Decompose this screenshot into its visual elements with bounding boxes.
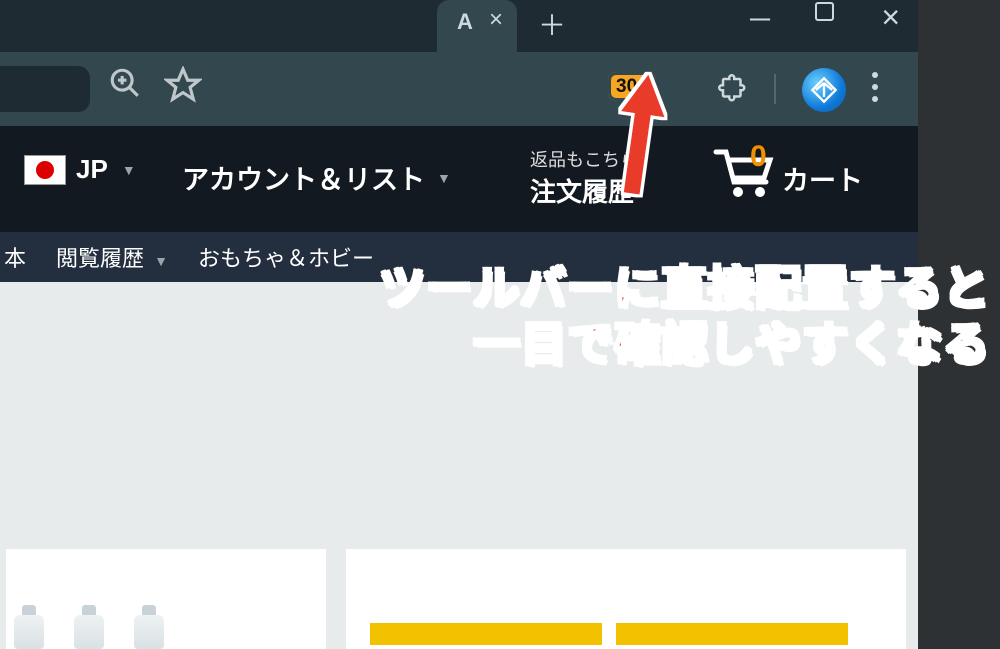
cart-link[interactable]: 0 カート <box>712 146 863 198</box>
window-minimize-button[interactable]: ─ <box>750 3 770 35</box>
chevron-down-icon: ▼ <box>154 253 168 269</box>
cart-label: カート <box>782 159 863 198</box>
cart-count: 0 <box>750 140 767 174</box>
page-content <box>0 282 918 649</box>
window-titlebar: A × ＋ ─ × <box>0 0 918 52</box>
desktop-edge <box>918 0 1000 649</box>
cart-icon: 0 <box>712 146 776 198</box>
orders-line-2: 注文履歴 <box>530 172 638 209</box>
account-lists-label: アカウント＆リスト <box>182 158 425 197</box>
subnav-item-history-label: 閲覧履歴 <box>56 246 144 271</box>
amazon-nav-bar: JP ▼ アカウント＆リスト ▼ 返品もこちら 注文履歴 <box>0 126 918 232</box>
deal-bar <box>616 623 848 645</box>
subnav-item-books[interactable]: 本 <box>4 241 26 273</box>
extension-badge[interactable]: 302 <box>608 76 656 98</box>
product-thumbnail <box>12 605 166 649</box>
new-tab-button[interactable]: ＋ <box>534 6 570 42</box>
browser-tab[interactable]: A × <box>437 0 517 52</box>
amazon-subnav: 本 閲覧履歴 ▼ おもちゃ＆ホビー <box>0 232 918 282</box>
chevron-down-icon: ▼ <box>122 162 136 178</box>
extensions-icon[interactable] <box>718 74 750 106</box>
subnav-item-history[interactable]: 閲覧履歴 ▼ <box>56 241 168 273</box>
subnav-item-toys[interactable]: おもちゃ＆ホビー <box>198 241 374 273</box>
window-close-button[interactable]: × <box>881 0 900 36</box>
locale-selector[interactable]: JP ▼ <box>24 154 136 185</box>
deal-bar <box>370 623 602 645</box>
orders-line-1: 返品もこちら <box>530 146 638 172</box>
orders-link[interactable]: 返品もこちら 注文履歴 <box>530 146 638 209</box>
pinned-extension-icon[interactable] <box>802 68 846 112</box>
browser-toolbar: 302 <box>0 52 918 126</box>
account-lists-link[interactable]: アカウント＆リスト ▼ <box>182 158 451 197</box>
bookmark-star-icon[interactable] <box>164 66 206 108</box>
locale-label: JP <box>76 154 108 185</box>
zoom-icon[interactable] <box>108 66 146 104</box>
tab-title: A <box>457 9 473 35</box>
window-maximize-button[interactable] <box>815 2 834 21</box>
browser-menu-button[interactable] <box>872 72 878 102</box>
product-card[interactable] <box>6 549 326 649</box>
close-tab-icon[interactable]: × <box>489 8 503 32</box>
address-bar-edge[interactable] <box>0 66 90 112</box>
japan-flag-icon <box>24 155 66 185</box>
toolbar-divider <box>774 74 776 104</box>
extension-badge-count: 302 <box>608 72 656 101</box>
browser-window: A × ＋ ─ × <box>0 0 918 649</box>
chevron-down-icon: ▼ <box>437 170 451 186</box>
